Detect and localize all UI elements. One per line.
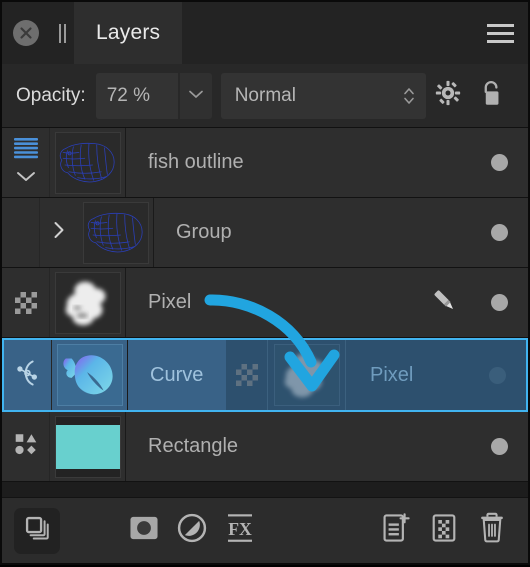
layer-visibility-toggle[interactable]: [470, 198, 528, 267]
svg-text:FX: FX: [228, 519, 252, 539]
cloud-smoke-thumbnail: [54, 271, 121, 334]
opacity-value: 72 %: [106, 84, 151, 106]
layer-thumbnail-cell: [50, 412, 126, 481]
pause-divider-icon[interactable]: [50, 2, 74, 64]
layer-type-icon-cell: [2, 128, 50, 197]
layer-thumbnail-cell: [50, 268, 126, 337]
layer-name[interactable]: Group: [154, 198, 470, 267]
chevron-down-icon[interactable]: [15, 170, 37, 188]
table-row[interactable]: Group: [2, 198, 528, 268]
tab-layers[interactable]: Layers: [74, 2, 183, 64]
group-expander[interactable]: [40, 198, 78, 267]
layer-visibility-toggle[interactable]: [470, 412, 528, 481]
add-layer-button[interactable]: [372, 508, 420, 554]
fish-outline-thumbnail: [82, 201, 149, 264]
layer-name-label: fish outline: [148, 151, 244, 173]
add-pixel-layer-icon: [430, 512, 458, 549]
layer-stack-button[interactable]: [14, 507, 60, 554]
stepper-updown-icon: [402, 85, 416, 107]
blend-mode-value: Normal: [234, 84, 296, 106]
table-row[interactable]: Rectangle: [2, 412, 528, 482]
paintbrush-icon: [429, 285, 459, 320]
layer-name[interactable]: Rectangle: [126, 412, 470, 481]
layer-name[interactable]: Curve: [128, 340, 468, 410]
add-pixel-layer-button[interactable]: [420, 508, 468, 554]
close-icon: [13, 20, 39, 46]
layer-name-label: Rectangle: [148, 435, 239, 457]
layer-thumbnail-cell: [50, 128, 126, 197]
close-panel-button[interactable]: [2, 2, 50, 64]
add-mask-icon: [128, 513, 160, 548]
opacity-dropdown-button[interactable]: [179, 72, 212, 119]
table-row[interactable]: fish outline: [2, 128, 528, 198]
layer-name[interactable]: Pixel: [126, 268, 418, 337]
layer-brush-indicator[interactable]: [418, 268, 470, 337]
panel-header: Layers: [2, 2, 528, 64]
layer-options-bar: Opacity: 72 % Normal: [2, 64, 528, 128]
blend-mode-select[interactable]: Normal: [220, 72, 426, 119]
lines-stripes-icon: [13, 137, 39, 164]
chevron-right-icon: [51, 219, 67, 246]
layers-bottom-toolbar: FX: [2, 497, 528, 563]
layer-visibility-toggle[interactable]: [468, 340, 526, 410]
visibility-dot: [490, 154, 508, 171]
add-mask-button[interactable]: [120, 508, 168, 554]
layer-type-icon-cell: [2, 412, 50, 481]
layer-name-label: Curve: [150, 363, 204, 386]
visibility-dot: [490, 294, 508, 311]
add-layer-icon: [381, 512, 411, 549]
layer-indent-spacer: [2, 198, 40, 267]
layer-name[interactable]: fish outline: [126, 128, 470, 197]
layer-name-label: Pixel: [148, 291, 192, 313]
layer-thumbnail-cell: [52, 340, 128, 410]
shapes-icon: [13, 431, 39, 462]
layer-thumbnail-cell: [78, 198, 154, 267]
lock-open-icon: [479, 78, 505, 113]
layer-type-icon-cell: [2, 268, 50, 337]
table-row[interactable]: Pixel: [2, 268, 528, 338]
teal-rectangle-thumbnail: [54, 415, 121, 478]
delete-layer-button[interactable]: [468, 508, 516, 554]
add-adjustment-icon: [176, 512, 208, 549]
lock-layer-button[interactable]: [470, 78, 514, 113]
fish-gradient-thumbnail: [56, 344, 123, 406]
opacity-label: Opacity:: [16, 84, 86, 106]
layers-panel: Layers Opacity: 72 % Normal fish outline…: [0, 0, 530, 565]
layer-type-icon-cell: [4, 340, 52, 410]
hamburger-menu-icon[interactable]: [472, 2, 528, 64]
visibility-dot: [490, 224, 508, 241]
trash-delete-icon: [477, 512, 507, 549]
layer-visibility-toggle[interactable]: [470, 268, 528, 337]
add-effects-icon: FX: [225, 512, 255, 549]
add-adjustment-button[interactable]: [168, 508, 216, 554]
gear-icon: [434, 79, 462, 112]
tab-layers-label: Layers: [96, 21, 161, 44]
header-spacer: [182, 2, 472, 64]
layer-stack-icon: [23, 514, 51, 547]
bezier-curve-icon: [14, 358, 42, 393]
table-row[interactable]: Curve Pixel: [2, 338, 528, 412]
fish-outline-thumbnail: [54, 131, 121, 194]
layer-name-label: Group: [176, 221, 232, 243]
checkerboard-icon: [14, 291, 37, 314]
layer-settings-button[interactable]: [426, 79, 470, 112]
layer-list[interactable]: fish outline Group Pixel Curve Pixel Rec…: [2, 128, 528, 497]
opacity-input[interactable]: 72 %: [95, 72, 178, 119]
add-effects-button[interactable]: FX: [216, 508, 264, 554]
chevron-down-icon: [188, 87, 204, 105]
visibility-dot: [490, 438, 508, 455]
visibility-dot: [488, 366, 506, 384]
layer-visibility-toggle[interactable]: [470, 128, 528, 197]
